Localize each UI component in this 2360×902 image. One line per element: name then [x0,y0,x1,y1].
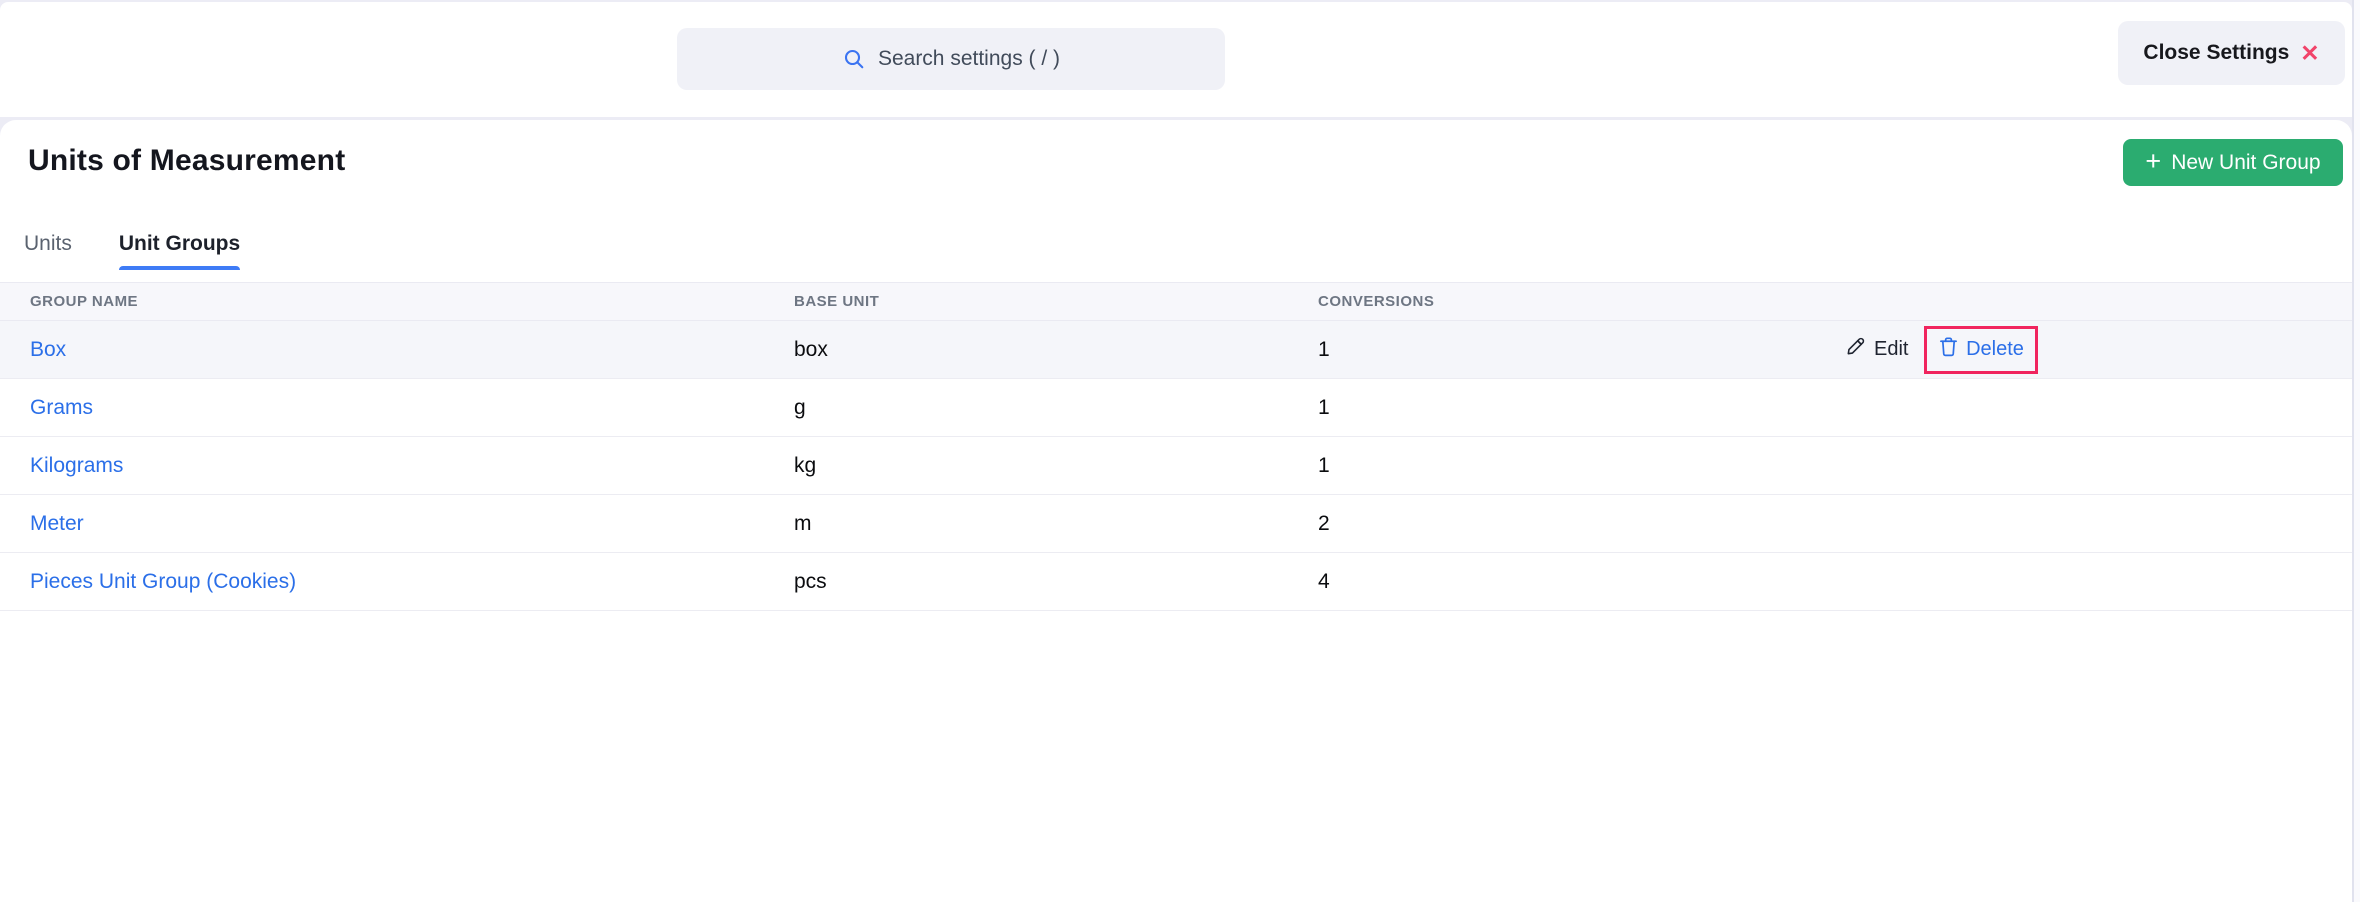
plus-icon: + [2145,148,2161,175]
group-name-link[interactable]: Kilograms [30,454,123,477]
tab-bar: Units Unit Groups [24,232,240,270]
column-header-conversions: CONVERSIONS [1318,293,2352,310]
delete-button[interactable]: Delete [1939,336,2024,363]
column-header-group-name: GROUP NAME [0,293,794,310]
new-unit-group-label: New Unit Group [2171,151,2320,175]
base-unit-cell: m [794,512,1318,536]
group-name-cell: Kilograms [0,454,794,478]
base-unit-cell: g [794,396,1318,420]
table-row[interactable]: Grams g 1 [0,379,2352,437]
group-name-link[interactable]: Box [30,338,66,361]
table-row[interactable]: Kilograms kg 1 [0,437,2352,495]
group-name-cell: Box [0,338,794,362]
base-unit-cell: box [794,338,1318,362]
tab-unit-groups[interactable]: Unit Groups [119,232,240,270]
search-icon [842,47,866,71]
trash-icon [1939,336,1958,363]
annotation-highlight-box: Delete [1924,326,2038,374]
new-unit-group-button[interactable]: + New Unit Group [2123,139,2343,186]
search-input[interactable]: Search settings ( / ) [677,28,1225,90]
table-row[interactable]: Pieces Unit Group (Cookies) pcs 4 [0,553,2352,611]
close-settings-label: Close Settings [2143,41,2289,65]
group-name-link[interactable]: Pieces Unit Group (Cookies) [30,570,296,593]
base-unit-cell: kg [794,454,1318,478]
search-placeholder: Search settings ( / ) [878,47,1060,71]
table-header-row: GROUP NAME BASE UNIT CONVERSIONS [0,282,2352,321]
table-row[interactable]: Meter m 2 [0,495,2352,553]
group-name-link[interactable]: Meter [30,512,84,535]
edit-label: Edit [1874,338,1908,361]
page-title: Units of Measurement [28,144,345,178]
conversions-cell: 1 [1318,338,2352,362]
close-settings-button[interactable]: Close Settings ✕ [2118,21,2345,85]
conversions-cell: 1 [1318,454,2352,478]
conversions-cell: 2 [1318,512,2352,536]
top-bar: Search settings ( / ) Close Settings ✕ [0,2,2352,117]
base-unit-cell: pcs [794,570,1318,594]
conversions-cell: 1 [1318,396,2352,420]
vertical-scrollbar[interactable] [2352,0,2360,902]
table-row[interactable]: Box box 1 Edit [0,321,2352,379]
edit-button[interactable]: Edit [1845,336,1908,363]
row-actions: Edit Delete [1845,326,2038,374]
column-header-base-unit: BASE UNIT [794,293,1318,310]
group-name-link[interactable]: Grams [30,396,93,419]
group-name-cell: Grams [0,396,794,420]
group-name-cell: Pieces Unit Group (Cookies) [0,570,794,594]
pencil-icon [1845,336,1866,363]
conversions-cell: 4 [1318,570,2352,594]
settings-content-panel: Units of Measurement + New Unit Group Un… [0,120,2352,902]
tab-units[interactable]: Units [24,232,72,270]
delete-label: Delete [1966,338,2024,361]
group-name-cell: Meter [0,512,794,536]
table-body: Box box 1 Edit [0,321,2352,611]
close-icon: ✕ [2300,42,2319,65]
